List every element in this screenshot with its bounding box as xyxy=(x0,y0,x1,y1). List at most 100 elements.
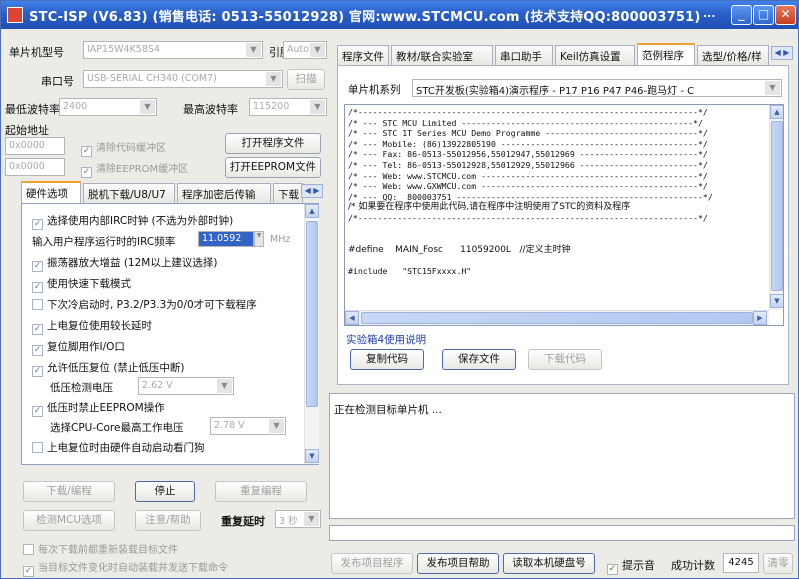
save-file-button[interactable]: 保存文件 xyxy=(442,349,516,370)
close-button[interactable]: ✕ xyxy=(775,5,796,25)
success-count-value: 4245 xyxy=(723,553,759,573)
scroll-down-icon[interactable]: ▼ xyxy=(305,449,319,463)
option-cpu-core-voltage: 选择CPU-Core最高工作电压 xyxy=(50,422,184,434)
tab-download[interactable]: 下载 xyxy=(273,183,303,203)
scroll-thumb[interactable] xyxy=(361,312,753,324)
option-oscillator-gain[interactable]: ✓ 振荡器放大增益 (12M以上建议选择) xyxy=(32,255,217,272)
checkbox-icon: ✓ xyxy=(23,566,34,577)
clear-count-button[interactable]: 清零 xyxy=(763,553,793,574)
mcu-model-select[interactable]: IAP15W4K58S4 ▼ xyxy=(83,41,263,59)
success-count-label: 成功计数 xyxy=(671,559,715,572)
code-text: /*--------------------------------------… xyxy=(348,107,713,276)
chevron-down-icon: ▼ xyxy=(140,100,155,114)
pin-count-select[interactable]: Auto ▼ xyxy=(283,41,327,59)
tab-example-programs[interactable]: 范例程序 xyxy=(637,43,695,65)
option-hardware-watchdog[interactable]: 上电复位时由硬件自动启动看门狗 xyxy=(32,440,205,455)
repeat-delay-select[interactable]: 3 秒 ▼ xyxy=(275,510,321,528)
scroll-thumb[interactable] xyxy=(306,221,318,407)
tab-textbook-lab[interactable]: 教材/联合实验室 xyxy=(391,45,493,65)
clear-eeprom-buffer-checkbox[interactable]: ✓ 清除EEPROM缓冲区 xyxy=(81,160,188,178)
scan-button[interactable]: 扫描 xyxy=(287,69,325,90)
checkbox-icon: ✓ xyxy=(32,345,43,356)
checkbox-icon: ✓ xyxy=(32,282,43,293)
window-title: STC-ISP (V6.83) (销售电话: 0513-55012928) 官网… xyxy=(29,9,701,25)
scroll-up-icon[interactable]: ▲ xyxy=(770,105,783,119)
right-tab-scroll-arrows[interactable]: ◀ ▶ xyxy=(771,46,793,60)
max-baud-select[interactable]: 115200 ▼ xyxy=(249,98,327,116)
option-internal-irc[interactable]: ✓ 选择使用内部IRC时钟 (不选为外部时钟) xyxy=(32,213,233,230)
chevron-down-icon: ▼ xyxy=(266,72,281,86)
checkbox-icon: ✓ xyxy=(32,366,43,377)
auto-send-checkbox[interactable]: ✓ 当目标文件变化时自动装载并发送下载命令 xyxy=(23,559,228,577)
check-mcu-options-button[interactable]: 检测MCU选项 xyxy=(23,510,115,531)
option-long-reset-delay[interactable]: ✓ 上电复位使用较长延时 xyxy=(32,318,152,335)
irc-frequency-input[interactable]: 11.0592 xyxy=(198,231,254,247)
option-cold-start-p32-p33[interactable]: 下次冷启动时, P3.2/P3.3为0/0才可下载程序 xyxy=(32,297,257,312)
tab-encrypted-transfer[interactable]: 程序加密后传输 xyxy=(177,183,271,203)
tab-serial-assistant[interactable]: 串口助手 xyxy=(495,45,553,65)
code-vertical-scrollbar[interactable]: ▲ ▼ xyxy=(769,105,783,310)
checkbox-icon: ✓ xyxy=(32,406,43,417)
low-voltage-select[interactable]: 2.62 V ▼ xyxy=(138,377,234,395)
app-icon xyxy=(7,7,23,23)
publish-help-button[interactable]: 发布项目帮助 xyxy=(417,553,499,574)
notes-help-button[interactable]: 注意/帮助 xyxy=(135,510,201,531)
cpu-core-voltage-select[interactable]: 2.78 V ▼ xyxy=(210,417,286,435)
scroll-left-icon[interactable]: ◀ xyxy=(345,311,359,325)
chevron-down-icon: ▼ xyxy=(246,43,261,57)
option-reset-pin-io[interactable]: ✓ 复位脚用作I/O口 xyxy=(32,339,125,356)
repeat-program-button[interactable]: 重复编程 xyxy=(215,481,307,502)
sound-checkbox[interactable]: ✓ 提示音 xyxy=(607,557,655,575)
checkbox-icon xyxy=(32,442,43,453)
tab-scroll-arrows[interactable]: ◀ ▶ xyxy=(301,184,323,198)
tab-hardware-options[interactable]: 硬件选项 xyxy=(21,181,81,203)
open-program-file-button[interactable]: 打开程序文件 xyxy=(225,133,321,154)
stop-button[interactable]: 停止 xyxy=(135,481,195,502)
read-disk-id-button[interactable]: 读取本机硬盘号 xyxy=(503,553,595,574)
scroll-right-icon[interactable]: ▶ xyxy=(753,311,767,325)
option-low-voltage-reset[interactable]: ✓ 允许低压复位 (禁止低压中断) xyxy=(32,360,185,377)
publish-project-button[interactable]: 发布项目程序 xyxy=(331,553,413,574)
open-eeprom-file-button[interactable]: 打开EEPROM文件 xyxy=(225,157,321,178)
series-label: 单片机系列 xyxy=(348,84,401,96)
code-viewer[interactable]: /*--------------------------------------… xyxy=(344,104,784,326)
eeprom-address-input[interactable]: 0x0000 xyxy=(5,158,65,176)
min-baud-select[interactable]: 2400 ▼ xyxy=(59,98,157,116)
chevron-down-icon: ▼ xyxy=(304,512,319,526)
max-baud-label: 最高波特率 xyxy=(183,103,238,116)
tab-selection-price[interactable]: 选型/价格/样 xyxy=(697,45,769,65)
experiment-box-link[interactable]: 实验箱4使用说明 xyxy=(346,332,426,347)
download-program-button[interactable]: 下载/编程 xyxy=(23,481,115,502)
tab-offline-download[interactable]: 脱机下载/U8/U7 xyxy=(83,183,175,203)
chevron-down-icon: ▼ xyxy=(269,419,284,433)
scroll-down-icon[interactable]: ▼ xyxy=(770,294,783,308)
status-output: 正在检测目标单片机 ... xyxy=(329,393,795,519)
minimize-button[interactable]: _ xyxy=(731,5,752,25)
reload-before-download-checkbox[interactable]: 每次下载前都重新装载目标文件 xyxy=(23,541,178,556)
download-code-button[interactable]: 下载代码 xyxy=(528,349,602,370)
tab-program-file[interactable]: 程序文件 xyxy=(337,45,389,65)
checkbox-icon: ✓ xyxy=(81,146,92,157)
option-low-voltage-detect: 低压检测电压 xyxy=(50,382,113,394)
checkbox-icon: ✓ xyxy=(81,167,92,178)
mcu-model-label: 单片机型号 xyxy=(9,46,64,59)
main-window: STC-ISP (V6.83) (销售电话: 0513-55012928) 官网… xyxy=(0,0,799,579)
irc-frequency-dropdown[interactable]: ▼ xyxy=(254,231,264,247)
scroll-up-icon[interactable]: ▲ xyxy=(305,204,319,218)
progress-bar xyxy=(329,525,795,541)
clear-code-buffer-checkbox[interactable]: ✓ 清除代码缓冲区 xyxy=(81,139,166,157)
chevron-down-icon: ▼ xyxy=(765,81,780,95)
scroll-thumb[interactable] xyxy=(771,121,783,291)
option-fast-download[interactable]: ✓ 使用快速下载模式 xyxy=(32,276,131,293)
port-select[interactable]: USB-SERIAL CH340 (COM7) ▼ xyxy=(83,70,283,88)
maximize-button[interactable]: □ xyxy=(753,5,774,25)
series-select[interactable]: STC开发板(实验箱4)演示程序 - P17 P16 P47 P46-跑马灯 -… xyxy=(412,79,782,97)
checkbox-icon: ✓ xyxy=(607,564,618,575)
options-scrollbar[interactable]: ▲ ▼ xyxy=(304,204,319,464)
checkbox-icon: ✓ xyxy=(32,324,43,335)
tab-keil-settings[interactable]: Keil仿真设置 xyxy=(555,45,635,65)
code-horizontal-scrollbar[interactable]: ◀ ▶ xyxy=(345,310,769,325)
copy-code-button[interactable]: 复制代码 xyxy=(350,349,424,370)
code-address-input[interactable]: 0x0000 xyxy=(5,137,65,155)
option-low-voltage-eeprom[interactable]: ✓ 低压时禁止EEPROM操作 xyxy=(32,400,165,417)
